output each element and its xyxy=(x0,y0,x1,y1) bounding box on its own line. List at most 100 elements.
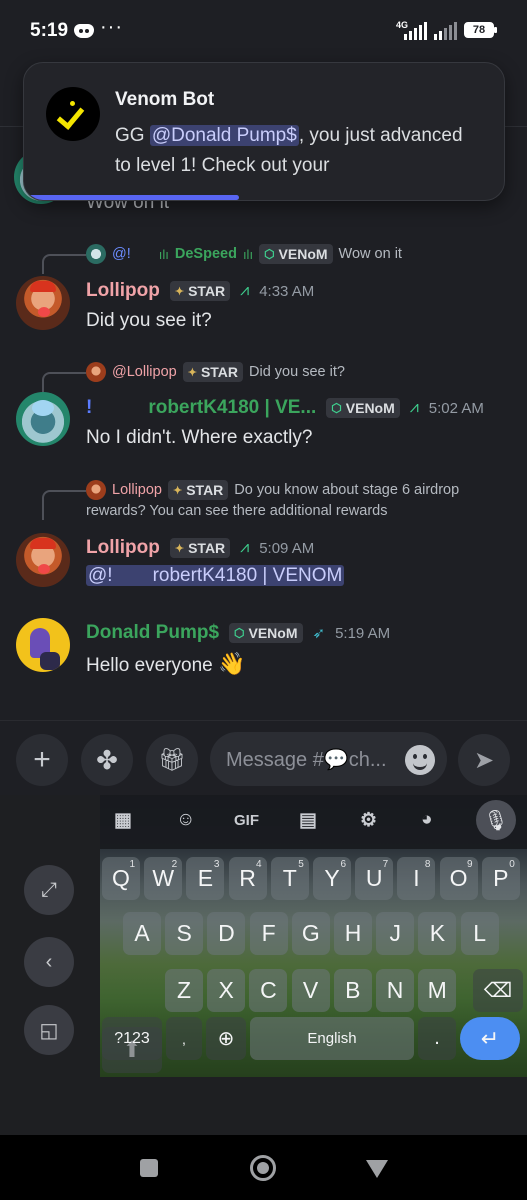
gif-button[interactable]: GIF xyxy=(234,812,259,829)
key-q[interactable]: Q1 xyxy=(102,857,140,900)
reply-text-continued: rewards? You can see there additional re… xyxy=(86,503,388,519)
key-b[interactable]: B xyxy=(333,969,372,1012)
more-notifications-icon: ··· xyxy=(100,16,123,38)
key-h[interactable]: H xyxy=(334,912,372,955)
microphone-icon[interactable]: 🎙︎ xyxy=(476,800,516,840)
message-header: Lollipop ✦ STAR ⩘ 4:33 AM xyxy=(86,280,314,302)
message-header: Lollipop ✦ STAR ⩘ 5:09 AM xyxy=(86,537,314,559)
resize-keyboard-icon[interactable]: ◱ xyxy=(24,1005,74,1055)
key-k[interactable]: K xyxy=(418,912,457,955)
key-p[interactable]: P0 xyxy=(481,857,520,900)
reply-author: @Lollipop xyxy=(112,364,177,380)
symbols-key[interactable]: ?123 xyxy=(102,1017,162,1060)
apps-icon: ✤ xyxy=(96,744,118,775)
key-s[interactable]: S xyxy=(165,912,204,955)
message-header: ! robertK4180 | VE... ⬡ VENoM ⩘ 5:02 AM xyxy=(86,397,484,419)
keyboard: ▦ ☺ GIF ▤ ⚙ ◕ 🎙︎ Q1W2E3R4T5Y6U7I8O9P0 AS… xyxy=(100,795,527,1077)
key-y[interactable]: Y6 xyxy=(313,857,351,900)
reply-text: Did you see it? xyxy=(249,364,345,380)
home-icon[interactable] xyxy=(250,1155,276,1181)
role-tag: ✦ STAR xyxy=(182,362,244,382)
key-z[interactable]: Z xyxy=(165,969,203,1012)
level-up-notification[interactable]: Venom Bot GG @Donald Pump$, you just adv… xyxy=(23,62,505,201)
avatar[interactable] xyxy=(16,533,70,587)
key-n[interactable]: N xyxy=(376,969,414,1012)
emoji-icon[interactable] xyxy=(405,745,435,775)
key-g[interactable]: G xyxy=(291,912,330,955)
avatar[interactable] xyxy=(16,392,70,446)
rocket-icon: ➶ xyxy=(312,625,326,642)
signal-icon xyxy=(434,22,457,40)
key-l[interactable]: L xyxy=(460,912,499,955)
key-r[interactable]: R4 xyxy=(228,857,267,900)
notification-title: Venom Bot xyxy=(115,89,215,110)
sticker-icon[interactable]: ☺ xyxy=(176,809,195,831)
reply-preview[interactable]: @Lollipop ✦ STAR Did you see it? xyxy=(86,362,345,382)
star-icon: ✦ xyxy=(174,285,185,298)
key-j[interactable]: J xyxy=(376,912,415,955)
key-a[interactable]: A xyxy=(123,912,161,955)
backspace-key[interactable]: ⌫ xyxy=(473,969,523,1012)
star-icon: ✦ xyxy=(187,366,197,379)
author-name[interactable]: Lollipop xyxy=(86,537,160,559)
key-v[interactable]: V xyxy=(291,969,330,1012)
apps-button[interactable]: ✤ xyxy=(81,734,133,786)
gift-button[interactable]: 🎁︎ xyxy=(146,734,198,786)
key-e[interactable]: E3 xyxy=(186,857,225,900)
key-x[interactable]: X xyxy=(207,969,246,1012)
key-f[interactable]: F xyxy=(249,912,288,955)
key-t[interactable]: T5 xyxy=(270,857,309,900)
message-text: Hello everyone 👋 xyxy=(86,651,246,676)
recents-icon[interactable] xyxy=(140,1159,158,1177)
space-key[interactable]: English xyxy=(250,1017,414,1060)
author-name[interactable]: Lollipop xyxy=(86,280,160,302)
send-button[interactable]: ➤ xyxy=(458,734,510,786)
notification-body: GG @Donald Pump$, you just advanced to l… xyxy=(115,125,463,176)
expand-keyboard-icon[interactable]: ⤢ xyxy=(24,865,74,915)
avatar xyxy=(86,244,106,264)
role-tag: ⬡ VENoM xyxy=(326,398,400,418)
author-name[interactable]: robertK4180 | VE... xyxy=(148,397,316,419)
plus-icon: + xyxy=(33,743,51,776)
venom-icon: ⬡ xyxy=(264,247,275,261)
avatar[interactable] xyxy=(16,276,70,330)
author-name[interactable]: Donald Pump$ xyxy=(86,622,219,644)
key-m[interactable]: M xyxy=(418,969,457,1012)
globe-icon[interactable]: ⊕ xyxy=(206,1017,246,1060)
key-d[interactable]: D xyxy=(207,912,246,955)
message-composer: + ✤ 🎁︎ Message #💬ch... ➤ xyxy=(0,720,527,795)
clipboard-icon[interactable]: ▤ xyxy=(299,809,317,832)
reply-preview[interactable]: Lollipop ✦ STAR Do you know about stage 6… xyxy=(86,480,459,500)
reply-connector xyxy=(42,372,86,392)
signal-icon xyxy=(404,22,427,40)
emoji-comma-key[interactable]: , xyxy=(166,1017,202,1060)
period-key[interactable]: . xyxy=(418,1017,456,1060)
key-c[interactable]: C xyxy=(249,969,288,1012)
enter-key[interactable]: ↵ xyxy=(460,1017,520,1060)
role-tag: ⬡ VENoM xyxy=(259,244,333,264)
reply-text: Wow on it xyxy=(338,246,402,262)
timestamp: 5:02 AM xyxy=(428,399,484,417)
palette-icon[interactable]: ◕ xyxy=(421,809,432,831)
message-text: Did you see it? xyxy=(86,310,212,331)
message-header: Donald Pump$ ⬡ VENoM ➶ 5:19 AM xyxy=(86,622,390,644)
star-icon: ✦ xyxy=(173,484,183,497)
chevron-left-icon[interactable]: ‹ xyxy=(24,937,74,987)
key-u[interactable]: U7 xyxy=(355,857,394,900)
grid-icon[interactable]: ▦ xyxy=(114,809,132,832)
key-o[interactable]: O9 xyxy=(439,857,478,900)
key-i[interactable]: I8 xyxy=(397,857,436,900)
role-tag: ✦ STAR xyxy=(169,281,231,301)
discord-icon xyxy=(74,24,94,38)
back-icon[interactable] xyxy=(366,1160,388,1178)
message-text: No I didn't. Where exactly? xyxy=(86,427,313,448)
user-mention[interactable]: @! robertK4180 | VENOM xyxy=(86,565,345,586)
badge-icon: ⩘ xyxy=(240,282,250,299)
key-w[interactable]: W2 xyxy=(144,857,183,900)
gear-icon[interactable]: ⚙ xyxy=(360,809,377,832)
timestamp: 5:19 AM xyxy=(335,624,391,642)
avatar[interactable] xyxy=(16,618,70,672)
user-mention: @Donald Pump$ xyxy=(149,125,299,146)
reply-preview[interactable]: @! ılı DeSpeed ılı ⬡ VENoM Wow on it xyxy=(86,244,402,264)
add-button[interactable]: + xyxy=(16,734,68,786)
